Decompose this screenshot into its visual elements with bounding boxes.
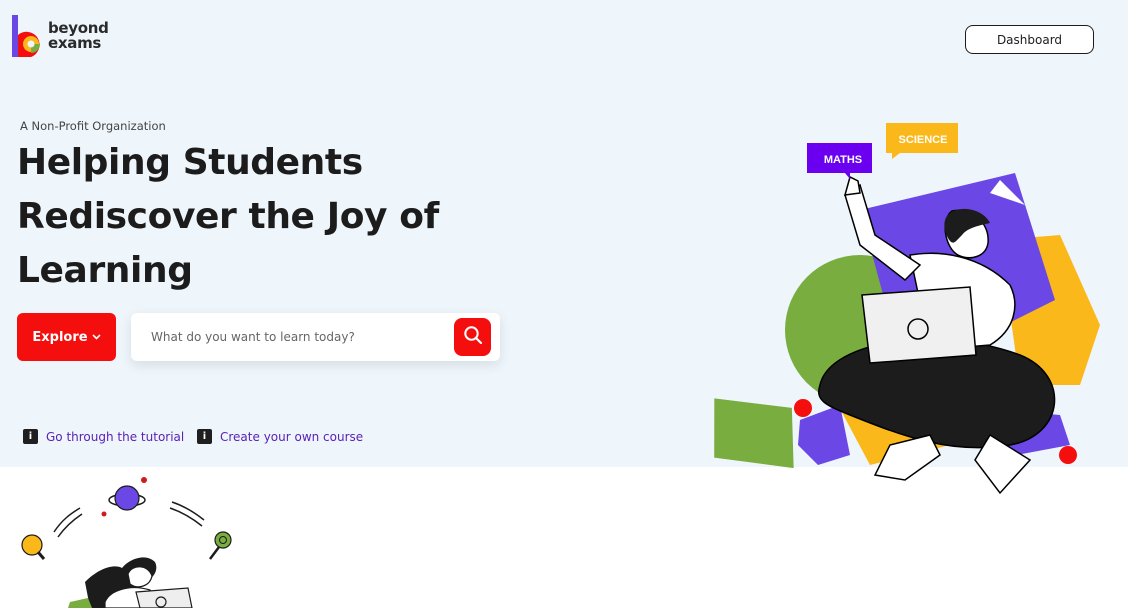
logo-text-line2: exams: [48, 34, 102, 52]
search-icon: [463, 325, 483, 349]
hero-illustration: MATHS SCIENCE: [700, 115, 1120, 505]
search-bar: [131, 313, 500, 361]
hero-eyebrow: A Non-Profit Organization: [20, 119, 166, 133]
create-course-link[interactable]: i Create your own course: [197, 429, 363, 444]
logo-text: beyond exams: [48, 21, 109, 51]
bottom-illustration: [10, 472, 250, 608]
chevron-down-icon: [92, 332, 101, 343]
dashboard-button[interactable]: Dashboard: [965, 25, 1094, 54]
search-input[interactable]: [151, 325, 451, 349]
explore-button-label: Explore: [32, 329, 88, 345]
tutorial-link[interactable]: i Go through the tutorial: [23, 429, 184, 444]
hero-headline: Helping Students Rediscover the Joy of L…: [17, 142, 439, 291]
brand-logo[interactable]: beyond exams: [11, 12, 121, 60]
info-icon: i: [23, 429, 38, 444]
tutorial-link-label: Go through the tutorial: [46, 429, 185, 444]
explore-button[interactable]: Explore: [17, 313, 116, 361]
create-course-link-label: Create your own course: [220, 429, 364, 444]
science-tag: SCIENCE: [899, 134, 948, 146]
search-button[interactable]: [454, 318, 491, 356]
info-icon: i: [197, 429, 212, 444]
logo-mark-icon: [11, 13, 45, 59]
maths-tag: MATHS: [824, 154, 862, 166]
